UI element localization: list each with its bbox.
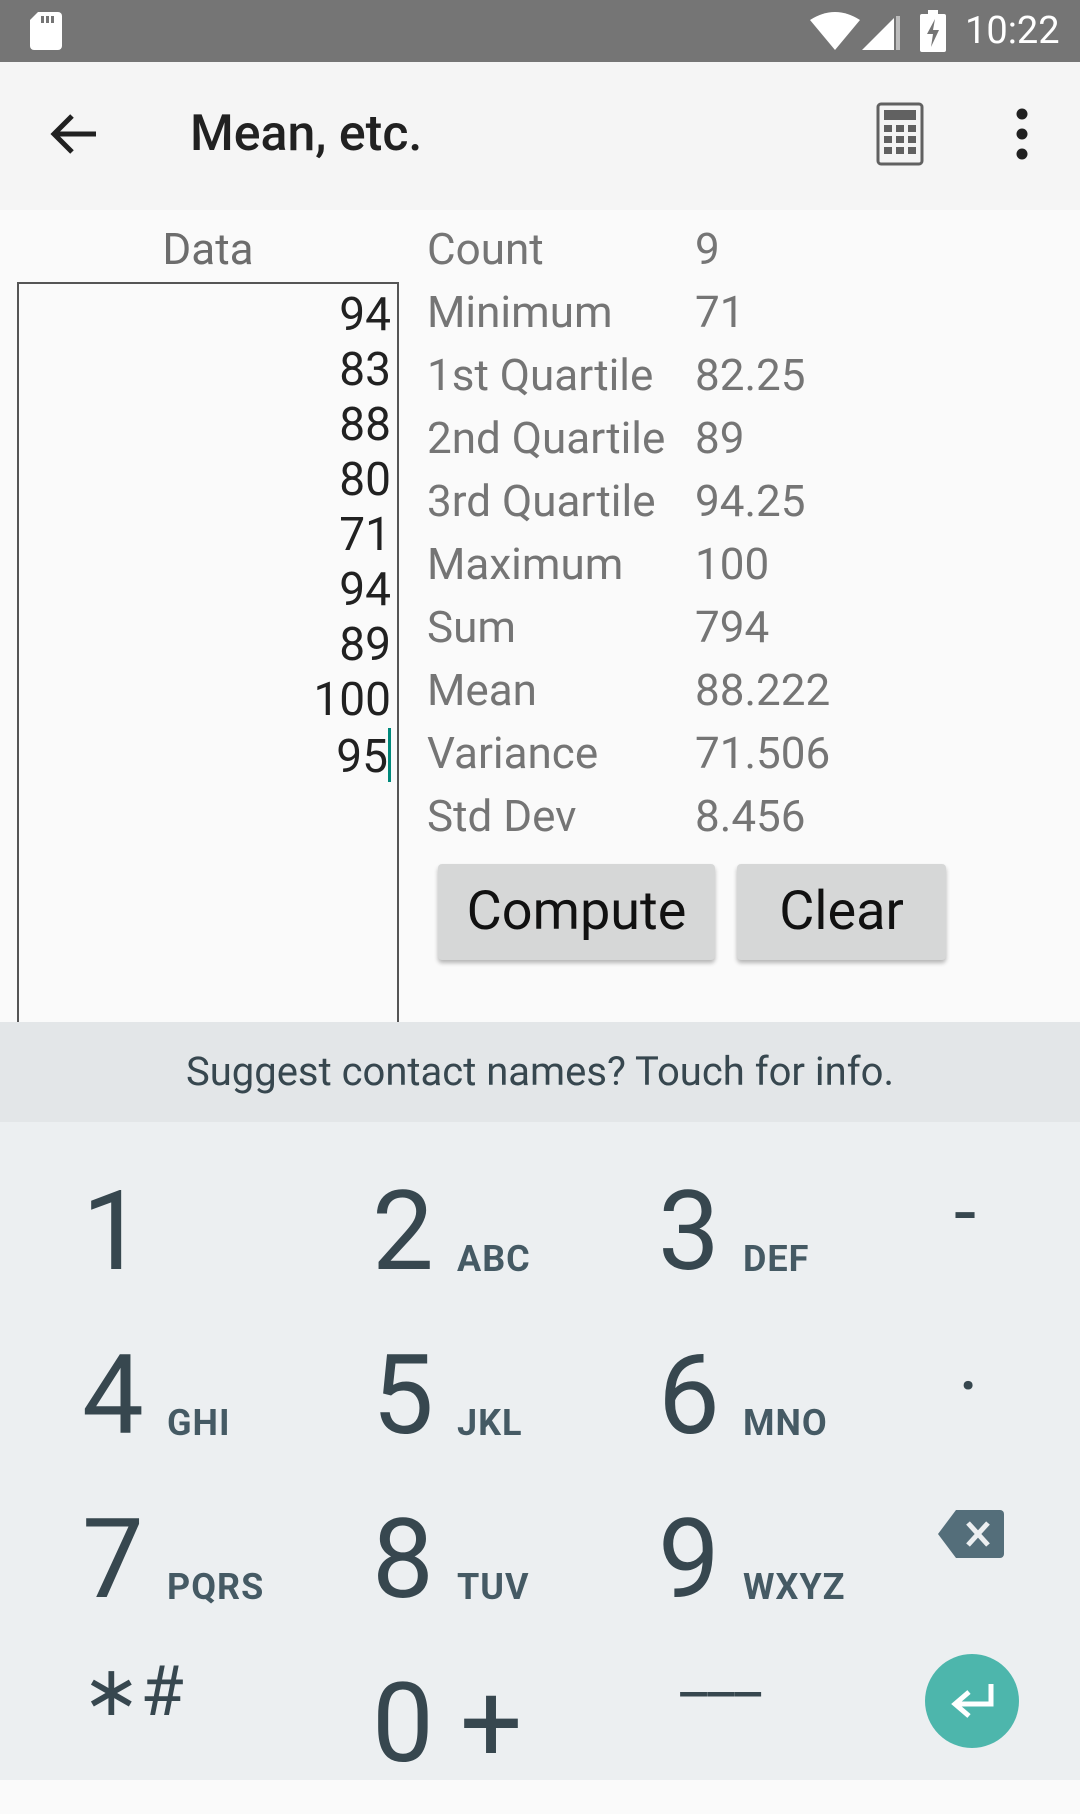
key-letters: PQRS: [167, 1566, 265, 1608]
stat-value: 8.456: [695, 790, 806, 842]
enter-key[interactable]: [925, 1654, 1019, 1748]
stat-label: Count: [427, 223, 544, 275]
app-toolbar: Mean, etc.: [0, 62, 1080, 210]
key-6[interactable]: 6 MNO: [658, 1326, 918, 1486]
key-dot[interactable]: .: [958, 1312, 979, 1412]
battery-charging-icon: [920, 10, 946, 52]
stat-value: 100: [695, 538, 770, 590]
key-digit: 6: [658, 1331, 720, 1460]
data-header: Data: [162, 223, 254, 275]
key-3[interactable]: 3 DEF: [658, 1162, 918, 1322]
numeric-keyboard: Suggest contact names? Touch for info. 1…: [0, 1022, 1080, 1788]
key-digit: 0: [372, 1659, 434, 1788]
key-letters: +: [460, 1659, 524, 1788]
data-value: 89: [339, 618, 391, 672]
clock: 10:22: [965, 9, 1060, 53]
key-letters: ABC: [457, 1238, 531, 1280]
wifi-icon: [810, 12, 860, 50]
key-letters: JKL: [457, 1402, 523, 1444]
data-value: 94: [339, 288, 391, 342]
page-title: Mean, etc.: [190, 105, 423, 163]
stat-label: 3rd Quartile: [427, 475, 656, 527]
key-letters: WXYZ: [743, 1566, 846, 1608]
data-value: 95: [313, 728, 391, 784]
key-letters: DEF: [743, 1238, 810, 1280]
data-value: 71: [339, 508, 391, 562]
stat-label: Maximum: [427, 538, 624, 590]
data-input[interactable]: 94 83 88 80 71 94 89 100 95: [17, 282, 399, 1022]
key-digit: 5: [372, 1331, 434, 1460]
key-1[interactable]: 1: [82, 1162, 342, 1322]
clear-button[interactable]: Clear: [737, 864, 946, 960]
status-bar: 10:22: [0, 0, 1080, 62]
text-cursor: [388, 728, 391, 782]
stat-value: 94.25: [695, 475, 806, 527]
key-digit: 4: [82, 1331, 144, 1460]
stat-value: 71.506: [695, 727, 831, 779]
data-value: 100: [313, 673, 391, 727]
key-digit: 8: [372, 1495, 434, 1624]
key-digit: 9: [658, 1495, 720, 1624]
stat-value: 88.222: [695, 664, 831, 716]
stat-value: 89: [695, 412, 745, 464]
stat-value: 9: [695, 223, 720, 275]
data-value: 80: [339, 453, 391, 507]
stat-label: 2nd Quartile: [427, 412, 666, 464]
key-letters: MNO: [743, 1402, 828, 1444]
backspace-icon[interactable]: [938, 1510, 1004, 1558]
key-2[interactable]: 2 ABC: [372, 1162, 632, 1322]
key-minus[interactable]: -: [954, 1162, 976, 1262]
calculator-icon[interactable]: [876, 102, 924, 166]
key-digit: 3: [658, 1167, 720, 1296]
key-digit: 1: [82, 1167, 144, 1296]
data-values[interactable]: 94 83 88 80 71 94 89 100 95: [313, 288, 391, 784]
data-value: 94: [339, 563, 391, 617]
back-arrow-icon[interactable]: [46, 106, 102, 162]
key-digit: 7: [82, 1495, 144, 1624]
compute-button[interactable]: Compute: [438, 864, 715, 960]
stat-value: 82.25: [695, 349, 806, 401]
stat-label: Mean: [427, 664, 537, 716]
signal-icon: [862, 16, 900, 50]
sd-card-icon: [30, 12, 62, 50]
key-letters: GHI: [167, 1402, 231, 1444]
more-vert-icon[interactable]: [1010, 108, 1034, 160]
stat-label: Minimum: [427, 286, 613, 338]
key-digit: 2: [372, 1167, 434, 1296]
stat-value: 794: [695, 601, 770, 653]
key-8[interactable]: 8 TUV: [372, 1490, 632, 1650]
key-7[interactable]: 7 PQRS: [82, 1490, 342, 1650]
key-space[interactable]: ___: [680, 1622, 761, 1722]
stat-label: Std Dev: [427, 790, 577, 842]
stat-value: 71: [695, 286, 745, 338]
stat-label: Sum: [427, 601, 516, 653]
key-star-hash[interactable]: ∗#: [82, 1642, 184, 1742]
stat-label: Variance: [427, 727, 599, 779]
suggestion-bar[interactable]: Suggest contact names? Touch for info.: [0, 1022, 1080, 1122]
key-4[interactable]: 4 GHI: [82, 1326, 342, 1486]
stat-label: 1st Quartile: [427, 349, 654, 401]
key-5[interactable]: 5 JKL: [372, 1326, 632, 1486]
key-letters: TUV: [457, 1566, 530, 1608]
enter-icon: [951, 1684, 994, 1718]
key-0[interactable]: 0 +: [372, 1654, 632, 1814]
data-value: 88: [339, 398, 391, 452]
data-value: 83: [339, 343, 391, 397]
